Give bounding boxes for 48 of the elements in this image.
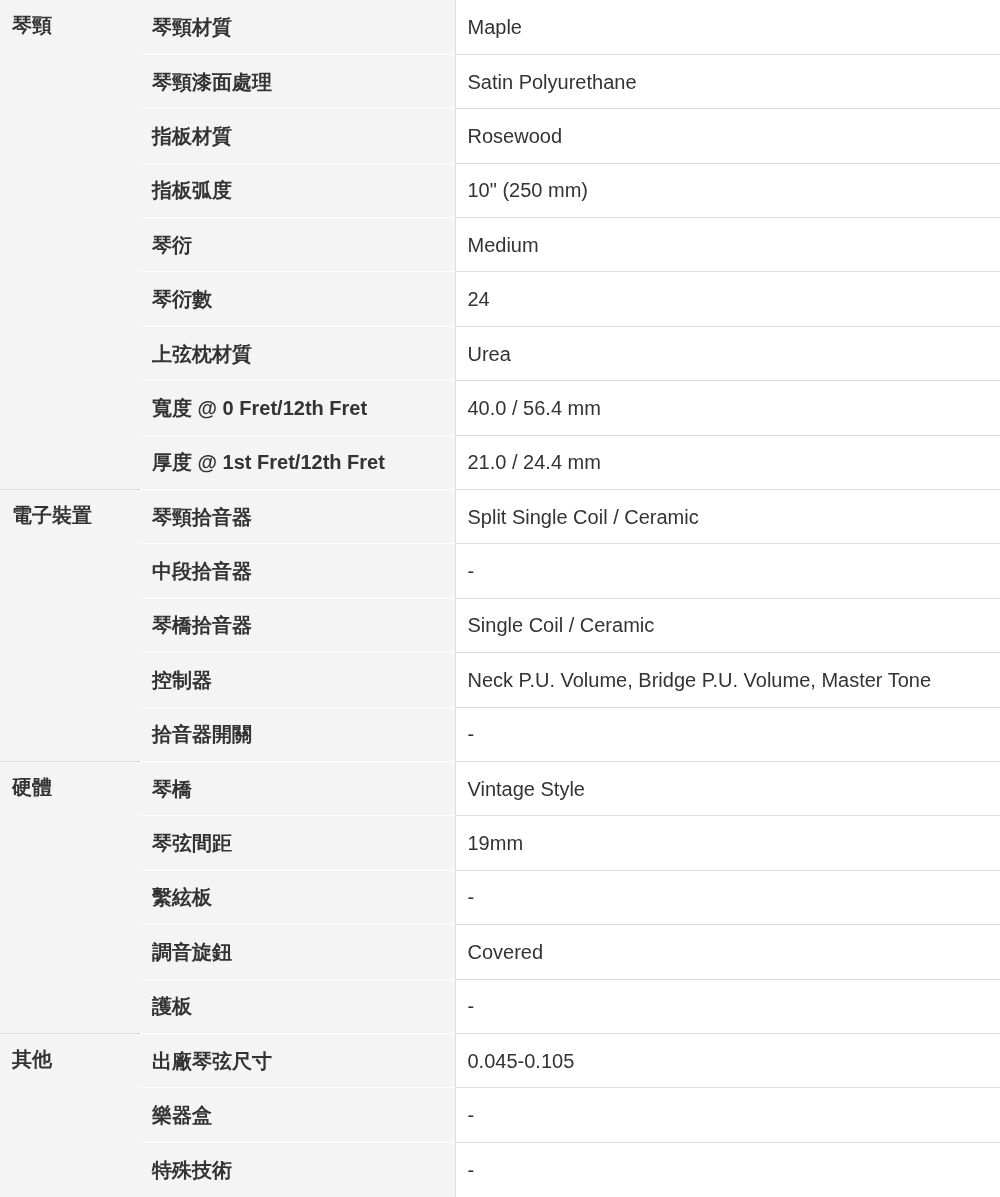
spec-value: Medium bbox=[455, 217, 1000, 272]
group-header: 硬體 bbox=[12, 775, 52, 798]
spec-value: Neck P.U. Volume, Bridge P.U. Volume, Master Tone bbox=[455, 652, 1000, 708]
spec-value: - bbox=[455, 1087, 1000, 1143]
spec-label: 特殊技術 bbox=[140, 1142, 455, 1197]
spec-label: 琴弦間距 bbox=[140, 815, 455, 871]
spec-value: - bbox=[455, 543, 1000, 599]
spec-label: 琴橋拾音器 bbox=[140, 598, 455, 653]
spec-value: - bbox=[455, 870, 1000, 925]
spec-label: 繫絃板 bbox=[140, 870, 455, 925]
spec-value: 10" (250 mm) bbox=[455, 163, 1000, 218]
spec-label: 琴衍 bbox=[140, 217, 455, 272]
spec-label: 上弦枕材質 bbox=[140, 326, 455, 381]
spec-label: 出廠琴弦尺寸 bbox=[140, 1033, 455, 1088]
group-header: 電子裝置 bbox=[12, 504, 92, 526]
spec-label: 琴頸拾音器 bbox=[140, 489, 455, 544]
spec-value: Single Coil / Ceramic bbox=[455, 598, 1000, 653]
spec-value: Vintage Style bbox=[455, 761, 1000, 816]
spec-label: 琴頸材質 bbox=[140, 0, 455, 55]
spec-value: 19mm bbox=[455, 815, 1000, 871]
spec-value: - bbox=[455, 979, 1000, 1034]
spec-value: Maple bbox=[455, 0, 1000, 55]
spec-label: 控制器 bbox=[140, 652, 455, 708]
spec-value: 40.0 / 56.4 mm bbox=[455, 380, 1000, 436]
spec-label: 琴頸漆面處理 bbox=[140, 54, 455, 109]
spec-value: 21.0 / 24.4 mm bbox=[455, 435, 1000, 490]
spec-label: 指板弧度 bbox=[140, 163, 455, 218]
spec-value: Covered bbox=[455, 924, 1000, 980]
spec-value: Rosewood bbox=[455, 108, 1000, 164]
spec-label: 厚度 @ 1st Fret/12th Fret bbox=[140, 435, 455, 490]
spec-value: Satin Polyurethane bbox=[455, 54, 1000, 109]
spec-label: 護板 bbox=[140, 979, 455, 1034]
spec-value: - bbox=[455, 1142, 1000, 1197]
spec-value: - bbox=[455, 707, 1000, 762]
spec-value: 24 bbox=[455, 271, 1000, 327]
spec-label: 琴橋 bbox=[140, 761, 455, 816]
spec-label: 指板材質 bbox=[140, 108, 455, 164]
spec-label: 樂器盒 bbox=[140, 1087, 455, 1143]
spec-label: 拾音器開關 bbox=[140, 707, 455, 762]
spec-value: Split Single Coil / Ceramic bbox=[455, 489, 1000, 544]
group-header: 琴頸 bbox=[12, 14, 52, 36]
spec-value: Urea bbox=[455, 326, 1000, 381]
spec-value: 0.045-0.105 bbox=[455, 1033, 1000, 1088]
spec-label: 中段拾音器 bbox=[140, 543, 455, 599]
spec-label: 調音旋鈕 bbox=[140, 924, 455, 980]
group-header: 其他 bbox=[12, 1047, 52, 1070]
spec-label: 寬度 @ 0 Fret/12th Fret bbox=[140, 380, 455, 436]
spec-label: 琴衍數 bbox=[140, 271, 455, 327]
